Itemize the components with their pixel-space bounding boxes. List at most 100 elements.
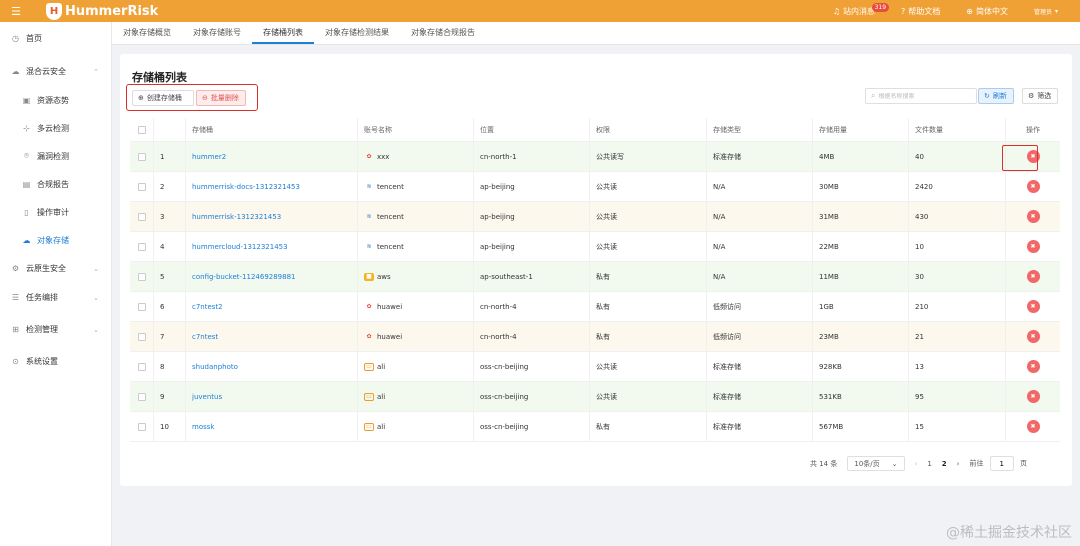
delete-icon[interactable]: ✖ — [1026, 270, 1040, 283]
sidebar-item-multicloud[interactable]: ⊹ 多云检测 — [0, 114, 111, 142]
delete-icon[interactable]: ✖ — [1026, 420, 1040, 433]
tab-bucket-list[interactable]: 存储桶列表 — [252, 22, 314, 44]
tab-compliance-report[interactable]: 对象存储合规报告 — [400, 22, 486, 44]
row-checkbox[interactable] — [137, 272, 146, 281]
account-name: aws — [377, 272, 391, 281]
delete-icon[interactable]: ✖ — [1026, 330, 1040, 343]
tab-overview[interactable]: 对象存储概览 — [112, 22, 182, 44]
usage-cell: 531KB — [813, 382, 909, 411]
sidebar-item-settings[interactable]: ⊙ 系统设置 — [0, 347, 111, 376]
delete-icon[interactable]: ✖ — [1026, 240, 1040, 253]
page-2[interactable]: 2 — [942, 460, 947, 468]
table-header: 存储桶 账号名称 位置 权限 存储类型 存储用量 文件数量 操作 — [130, 118, 1060, 142]
row-index: 2 — [154, 172, 186, 201]
header-location[interactable]: 位置 — [474, 118, 590, 141]
user-menu[interactable]: 管理员 ▾ — [1034, 7, 1058, 16]
row-checkbox[interactable] — [137, 212, 146, 221]
header-account[interactable]: 账号名称 — [358, 118, 474, 141]
search-input[interactable] — [878, 92, 969, 100]
sidebar-item-resource[interactable]: ▣ 资源态势 — [0, 86, 111, 114]
location-cell: ap-southeast-1 — [474, 262, 590, 291]
row-checkbox[interactable] — [137, 332, 146, 341]
sidebar-item-cloud-native[interactable]: ⚙ 云原生安全 ⌄ — [0, 254, 111, 283]
create-bucket-button[interactable]: ⊕ 创建存储桶 — [132, 90, 194, 106]
sidebar-item-compliance[interactable]: ▤ 合规报告 — [0, 170, 111, 198]
hamburger-icon[interactable]: ☰ — [0, 5, 32, 18]
storage-type-cell: 标准存储 — [707, 352, 813, 381]
delete-icon: ⊖ — [202, 94, 208, 102]
refresh-button[interactable]: ↻ 刷新 — [978, 88, 1014, 104]
delete-icon[interactable]: ✖ — [1026, 210, 1040, 223]
storage-type-cell: 低频访问 — [707, 292, 813, 321]
row-checkbox[interactable] — [137, 302, 146, 311]
filter-button[interactable]: ⚙ 筛选 — [1022, 88, 1058, 104]
next-page-button[interactable]: › — [957, 460, 960, 468]
bucket-name-link[interactable]: hummerrisk-1312321453 — [192, 213, 281, 221]
huawei-icon: ✿ — [366, 303, 372, 310]
file-count-cell: 430 — [909, 202, 1006, 231]
permission-cell: 公共读写 — [590, 142, 707, 171]
header-permission[interactable]: 权限 — [590, 118, 707, 141]
page-size-value: 10条/页 — [854, 459, 880, 468]
tab-scan-results[interactable]: 对象存储检测结果 — [314, 22, 400, 44]
table-row: 3 hummerrisk-1312321453 ≋ tencent ap-beijing… — [130, 202, 1060, 232]
permission-cell: 公共读 — [590, 352, 707, 381]
tab-accounts[interactable]: 对象存储账号 — [182, 22, 252, 44]
sidebar-item-detection[interactable]: ⊞ 检测管理 ⌄ — [0, 315, 111, 344]
row-checkbox[interactable] — [137, 392, 146, 401]
sidebar-item-home[interactable]: ◷ 首页 — [0, 24, 111, 53]
row-checkbox[interactable] — [137, 362, 146, 371]
row-checkbox[interactable] — [137, 422, 146, 431]
bucket-name-cell: juventus — [186, 382, 358, 411]
messages-label: 站内消息 — [843, 6, 876, 16]
bucket-name-link[interactable]: config-bucket-112469289881 — [192, 273, 296, 281]
page-1[interactable]: 1 — [927, 460, 931, 468]
bucket-name-link[interactable]: hummer2 — [192, 153, 226, 161]
sidebar-item-label: 任务编排 — [26, 293, 58, 302]
help-docs-button[interactable]: ? 帮助文档 — [901, 6, 940, 17]
help-icon: ? — [901, 6, 906, 16]
select-all-checkbox[interactable] — [137, 125, 146, 134]
permission-cell: 公共读 — [590, 382, 707, 411]
sidebar-item-tasks[interactable]: ☰ 任务编排 ⌄ — [0, 283, 111, 312]
goto-input[interactable] — [989, 456, 1014, 471]
row-checkbox[interactable] — [137, 152, 146, 161]
delete-icon[interactable]: ✖ — [1026, 390, 1040, 403]
batch-delete-button[interactable]: ⊖ 批量删除 — [196, 90, 246, 106]
language-switch[interactable]: ⊕ 简体中文 — [966, 6, 1008, 17]
sidebar-item-label: 混合云安全 — [26, 67, 66, 76]
row-checkbox[interactable] — [137, 182, 146, 191]
header-file-count[interactable]: 文件数量 — [909, 118, 1006, 141]
page-size-select[interactable]: 10条/页 ⌄ — [847, 456, 905, 471]
file-count-cell: 95 — [909, 382, 1006, 411]
header-usage[interactable]: 存储用量 — [813, 118, 909, 141]
row-checkbox[interactable] — [137, 242, 146, 251]
sidebar-item-hybrid-cloud[interactable]: ☁ 混合云安全 ⌃ — [0, 57, 111, 86]
bucket-name-link[interactable]: shudanphoto — [192, 363, 238, 371]
bucket-name-link[interactable]: hummerrisk-docs-1312321453 — [192, 183, 300, 191]
usage-cell: 23MB — [813, 322, 909, 351]
sidebar-item-object-storage[interactable]: ☁ 对象存储 — [0, 226, 111, 254]
header-bucket[interactable]: 存储桶 — [186, 118, 358, 141]
account-cell: ▭ ali — [358, 352, 474, 381]
sidebar-item-audit[interactable]: ▯ 操作审计 — [0, 198, 111, 226]
bucket-name-link[interactable]: hummercloud-1312321453 — [192, 243, 288, 251]
prev-page-button[interactable]: ‹ — [915, 460, 918, 468]
delete-icon[interactable]: ✖ — [1026, 180, 1040, 193]
sidebar-item-vuln[interactable]: ⌾ 漏洞检测 — [0, 142, 111, 170]
bucket-name-link[interactable]: c7ntest — [192, 333, 218, 341]
delete-highlight — [1002, 145, 1038, 171]
logo[interactable]: H HummerRisk — [46, 2, 158, 20]
bucket-name-link[interactable]: juventus — [192, 393, 222, 401]
bucket-name-cell: hummercloud-1312321453 — [186, 232, 358, 261]
row-index: 5 — [154, 262, 186, 291]
bucket-table: 存储桶 账号名称 位置 权限 存储类型 存储用量 文件数量 操作 1 hummer… — [130, 118, 1060, 442]
sidebar: ◷ 首页 ☁ 混合云安全 ⌃ ▣ 资源态势 ⊹ 多云检测 ⌾ 漏洞检测 ▤ 合规… — [0, 22, 112, 546]
messages-button[interactable]: ♫ 站内消息 319 — [833, 2, 890, 17]
delete-icon[interactable]: ✖ — [1026, 300, 1040, 313]
delete-icon[interactable]: ✖ — [1026, 360, 1040, 373]
user-label: 管理员 — [1033, 8, 1052, 16]
bucket-name-link[interactable]: mossk — [192, 423, 214, 431]
bucket-name-link[interactable]: c7ntest2 — [192, 303, 223, 311]
header-storage-type[interactable]: 存储类型 — [707, 118, 813, 141]
